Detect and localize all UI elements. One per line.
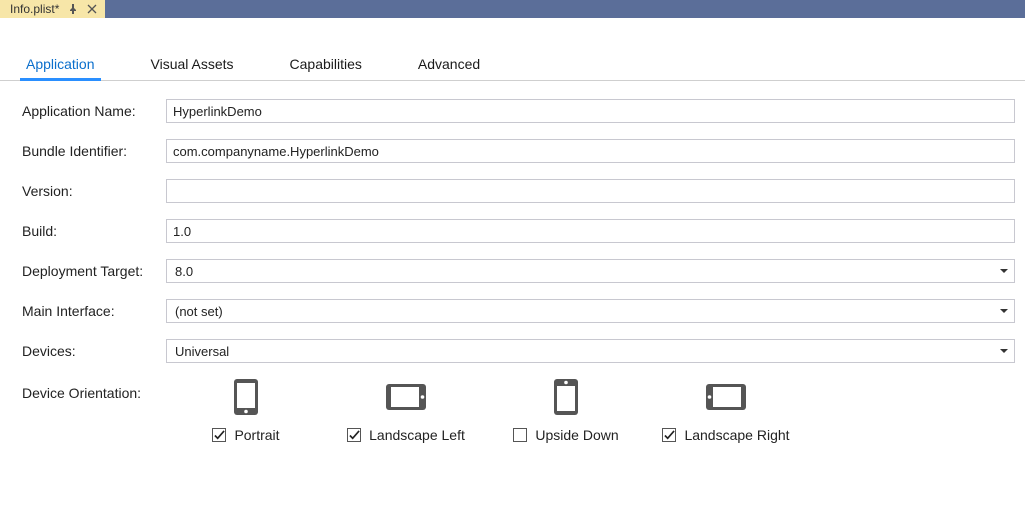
checkbox-landscape-right[interactable]: Landscape Right: [662, 427, 789, 443]
tab-visual-assets[interactable]: Visual Assets: [147, 56, 238, 80]
chevron-down-icon: [1000, 309, 1008, 313]
orientation-landscape-left: Landscape Left: [326, 379, 486, 443]
dropdown-main-interface[interactable]: (not set): [166, 299, 1015, 323]
device-landscape-icon: [386, 379, 426, 415]
checkbox-icon: [212, 428, 226, 442]
row-deployment-target: Deployment Target: 8.0: [22, 259, 1015, 283]
checkbox-label: Portrait: [234, 427, 279, 443]
label-application-name: Application Name:: [22, 103, 162, 119]
checkbox-label: Upside Down: [535, 427, 618, 443]
title-bar: Info.plist*: [0, 0, 1025, 18]
tab-label: Visual Assets: [151, 56, 234, 72]
row-main-interface: Main Interface: (not set): [22, 299, 1015, 323]
row-version: Version:: [22, 179, 1015, 203]
editor-panel: Application Visual Assets Capabilities A…: [0, 18, 1025, 463]
tab-label: Capabilities: [290, 56, 362, 72]
tab-application[interactable]: Application: [22, 56, 99, 80]
dropdown-devices[interactable]: Universal: [166, 339, 1015, 363]
checkbox-label: Landscape Left: [369, 427, 465, 443]
label-build: Build:: [22, 223, 162, 239]
checkbox-upside-down[interactable]: Upside Down: [513, 427, 618, 443]
dropdown-value: (not set): [173, 304, 223, 319]
tab-label: Application: [26, 56, 95, 72]
row-bundle-identifier: Bundle Identifier:: [22, 139, 1015, 163]
input-bundle-identifier[interactable]: [166, 139, 1015, 163]
device-landscape-icon: [706, 379, 746, 415]
device-portrait-icon: [226, 379, 266, 415]
checkbox-icon: [513, 428, 527, 442]
label-device-orientation: Device Orientation:: [22, 379, 162, 401]
close-icon[interactable]: [86, 4, 97, 15]
label-bundle-identifier: Bundle Identifier:: [22, 143, 162, 159]
tab-bar: Application Visual Assets Capabilities A…: [0, 18, 1025, 81]
tab-label: Advanced: [418, 56, 480, 72]
dropdown-value: Universal: [173, 344, 229, 359]
device-upside-down-icon: [546, 379, 586, 415]
label-deployment-target: Deployment Target:: [22, 263, 162, 279]
document-tab[interactable]: Info.plist*: [0, 0, 105, 18]
pin-icon[interactable]: [67, 4, 78, 15]
checkbox-landscape-left[interactable]: Landscape Left: [347, 427, 465, 443]
input-build[interactable]: [166, 219, 1015, 243]
label-devices: Devices:: [22, 343, 162, 359]
input-application-name[interactable]: [166, 99, 1015, 123]
row-devices: Devices: Universal: [22, 339, 1015, 363]
checkbox-label: Landscape Right: [684, 427, 789, 443]
checkbox-icon: [347, 428, 361, 442]
dropdown-value: 8.0: [173, 264, 193, 279]
checkbox-icon: [662, 428, 676, 442]
tab-advanced[interactable]: Advanced: [414, 56, 484, 80]
orientation-upside-down: Upside Down: [486, 379, 646, 443]
checkbox-portrait[interactable]: Portrait: [212, 427, 279, 443]
orientation-portrait: Portrait: [166, 379, 326, 443]
row-application-name: Application Name:: [22, 99, 1015, 123]
form-area: Application Name: Bundle Identifier: Ver…: [0, 81, 1025, 443]
orientation-landscape-right: Landscape Right: [646, 379, 806, 443]
chevron-down-icon: [1000, 269, 1008, 273]
input-version[interactable]: [166, 179, 1015, 203]
tab-capabilities[interactable]: Capabilities: [286, 56, 366, 80]
row-build: Build:: [22, 219, 1015, 243]
label-version: Version:: [22, 183, 162, 199]
chevron-down-icon: [1000, 349, 1008, 353]
document-tab-title: Info.plist*: [10, 2, 59, 16]
dropdown-deployment-target[interactable]: 8.0: [166, 259, 1015, 283]
label-main-interface: Main Interface:: [22, 303, 162, 319]
row-device-orientation: Device Orientation: Portrait: [22, 379, 1015, 443]
